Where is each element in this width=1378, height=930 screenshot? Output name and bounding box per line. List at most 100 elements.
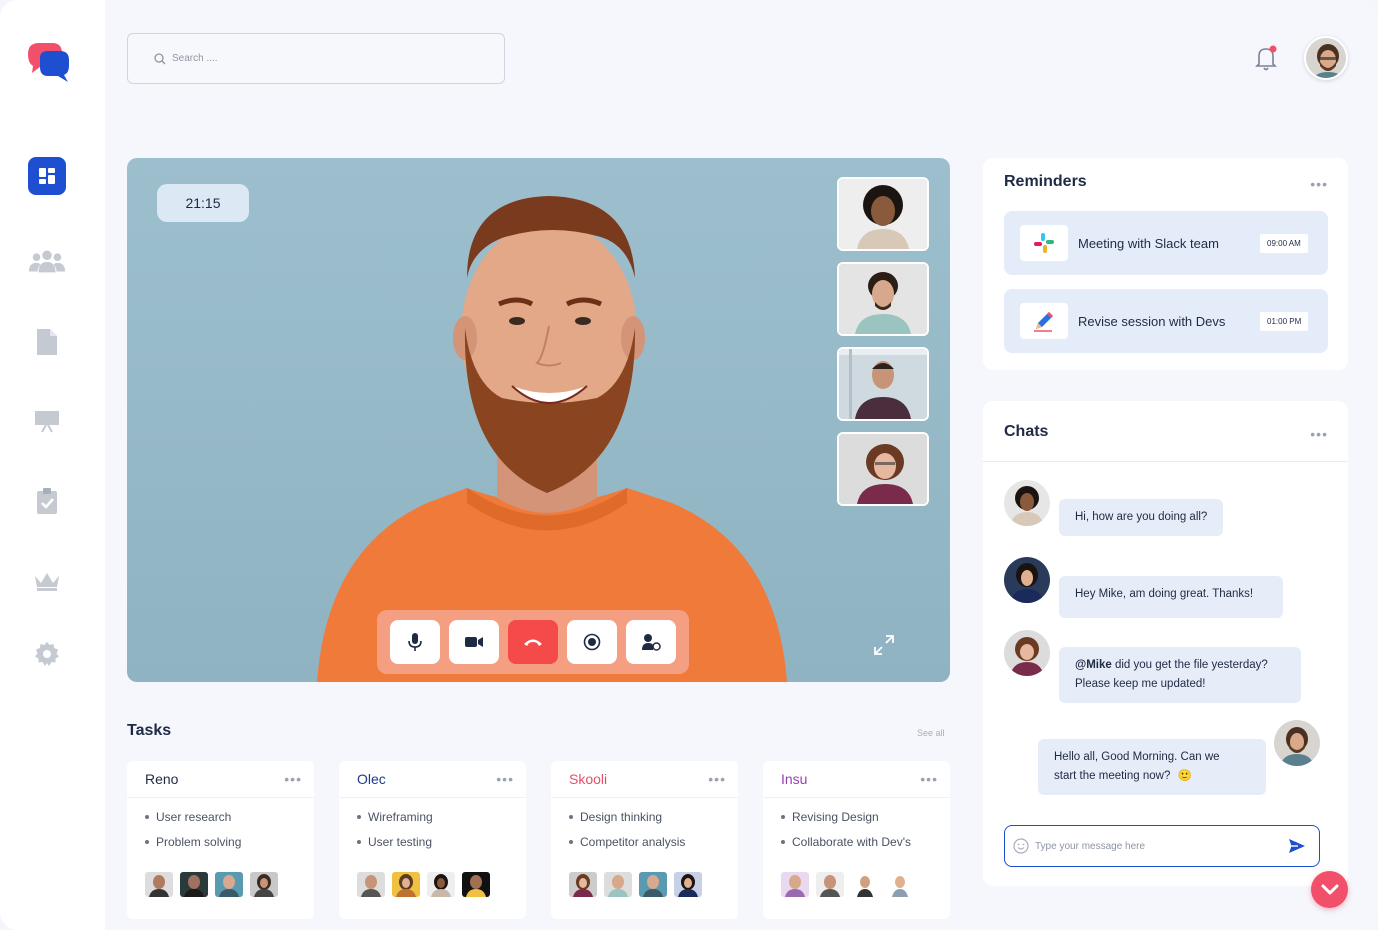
end-call-icon bbox=[524, 639, 542, 646]
avatar[interactable] bbox=[604, 872, 632, 897]
task-card[interactable]: Skooli ••• Design thinking Competitor an… bbox=[551, 761, 738, 919]
participant-thumbnails bbox=[837, 177, 929, 517]
chat-message-text: did you get the file yesterday? bbox=[1111, 659, 1268, 671]
avatar[interactable] bbox=[392, 872, 420, 897]
avatar[interactable] bbox=[1004, 630, 1050, 676]
task-item: User testing bbox=[357, 835, 508, 849]
sidebar-item-tasks[interactable] bbox=[28, 482, 66, 520]
task-item: Collaborate with Dev's bbox=[781, 835, 932, 849]
video-call-stage: 21:15 bbox=[127, 158, 950, 682]
avatar[interactable] bbox=[427, 872, 455, 897]
avatar[interactable] bbox=[886, 872, 914, 897]
users-icon bbox=[28, 250, 66, 273]
more-options-icon[interactable]: ••• bbox=[1310, 176, 1328, 192]
avatar[interactable] bbox=[851, 872, 879, 897]
task-item: Problem solving bbox=[145, 835, 296, 849]
app-logo[interactable] bbox=[26, 40, 72, 84]
sidebar-item-presentation[interactable] bbox=[28, 402, 66, 440]
more-options-icon[interactable]: ••• bbox=[284, 772, 302, 786]
chat-message-text: Please keep me updated! bbox=[1075, 678, 1206, 690]
emoji-picker-icon[interactable] bbox=[1013, 838, 1029, 854]
record-button[interactable] bbox=[567, 620, 617, 664]
mute-button[interactable] bbox=[390, 620, 440, 664]
task-card[interactable]: Olec ••• Wireframing User testing bbox=[339, 761, 526, 919]
avatar[interactable] bbox=[639, 872, 667, 897]
reminder-text: Meeting with Slack team bbox=[1078, 235, 1219, 251]
more-options-icon[interactable]: ••• bbox=[708, 772, 726, 786]
chats-title: Chats bbox=[1004, 423, 1049, 440]
camera-toggle-button[interactable] bbox=[449, 620, 499, 664]
avatar[interactable] bbox=[816, 872, 844, 897]
scroll-down-button[interactable] bbox=[1311, 871, 1348, 908]
call-controls bbox=[377, 610, 689, 674]
avatar[interactable] bbox=[145, 872, 173, 897]
task-card[interactable]: Reno ••• User research Problem solving bbox=[127, 761, 314, 919]
task-card-title: Skooli bbox=[569, 771, 608, 787]
send-icon[interactable] bbox=[1287, 836, 1307, 856]
reminder-time: 01:00 PM bbox=[1260, 311, 1309, 331]
sidebar-item-dashboard[interactable] bbox=[28, 157, 66, 195]
sidebar-item-documents[interactable] bbox=[28, 323, 66, 361]
divider bbox=[983, 461, 1347, 462]
reminder-time: 09:00 AM bbox=[1260, 233, 1308, 253]
avatar[interactable] bbox=[357, 872, 385, 897]
notification-button[interactable] bbox=[1254, 44, 1280, 72]
video-camera-icon bbox=[465, 637, 483, 647]
task-members bbox=[357, 872, 490, 897]
avatar[interactable] bbox=[250, 872, 278, 897]
reminders-title: Reminders bbox=[1004, 173, 1087, 190]
chat-message-own: Hello all, Good Morning. Can we start th… bbox=[1038, 739, 1266, 795]
end-call-button[interactable] bbox=[508, 620, 558, 664]
search-bar[interactable] bbox=[127, 33, 505, 84]
fullscreen-button[interactable] bbox=[873, 634, 895, 656]
sidebar-item-premium[interactable] bbox=[28, 562, 66, 600]
see-all-link[interactable]: See all bbox=[917, 728, 945, 738]
avatar[interactable] bbox=[215, 872, 243, 897]
sidebar bbox=[0, 0, 105, 930]
bell-icon bbox=[1255, 45, 1277, 71]
sidebar-item-settings[interactable] bbox=[28, 635, 66, 673]
participant-thumbnail[interactable] bbox=[837, 347, 929, 421]
message-composer[interactable] bbox=[1004, 825, 1320, 867]
avatar[interactable] bbox=[674, 872, 702, 897]
mention[interactable]: @Mike bbox=[1075, 659, 1112, 671]
avatar[interactable] bbox=[1004, 557, 1050, 603]
avatar[interactable] bbox=[180, 872, 208, 897]
task-card[interactable]: Insu ••• Revising Design Collaborate wit… bbox=[763, 761, 950, 919]
search-input[interactable] bbox=[172, 53, 472, 64]
participant-thumbnail[interactable] bbox=[837, 177, 929, 251]
avatar[interactable] bbox=[1004, 480, 1050, 526]
task-item: User research bbox=[145, 810, 296, 824]
avatar[interactable] bbox=[569, 872, 597, 897]
tasks-title: Tasks bbox=[127, 722, 172, 739]
chats-panel: Chats ••• Hi, how are you doing all? Hey… bbox=[983, 401, 1348, 886]
clipboard-check-icon bbox=[37, 488, 57, 514]
more-options-icon[interactable]: ••• bbox=[920, 772, 938, 786]
chat-message-text: Hello all, Good Morning. Can we bbox=[1054, 751, 1220, 763]
main-speaker-video bbox=[317, 196, 787, 682]
message-input[interactable] bbox=[1035, 840, 1275, 852]
reminder-text: Revise session with Devs bbox=[1078, 313, 1226, 329]
chevron-down-icon bbox=[1321, 884, 1338, 894]
presentation-icon bbox=[35, 411, 59, 433]
user-avatar[interactable] bbox=[1304, 36, 1348, 80]
grid-icon bbox=[39, 168, 55, 184]
crown-icon bbox=[35, 573, 59, 591]
expand-icon bbox=[874, 635, 894, 655]
record-icon bbox=[583, 633, 601, 651]
task-members bbox=[781, 872, 914, 897]
reminder-item[interactable]: Revise session with Devs 01:00 PM bbox=[1004, 289, 1328, 353]
task-item: Wireframing bbox=[357, 810, 508, 824]
participant-thumbnail[interactable] bbox=[837, 262, 929, 336]
more-options-icon[interactable]: ••• bbox=[1310, 426, 1328, 442]
add-participant-button[interactable] bbox=[626, 620, 676, 664]
participant-thumbnail[interactable] bbox=[837, 432, 929, 506]
avatar[interactable] bbox=[1274, 720, 1320, 766]
reminder-item[interactable]: Meeting with Slack team 09:00 AM bbox=[1004, 211, 1328, 275]
more-options-icon[interactable]: ••• bbox=[496, 772, 514, 786]
task-card-title: Reno bbox=[145, 771, 179, 787]
task-card-title: Olec bbox=[357, 771, 386, 787]
sidebar-item-teams[interactable] bbox=[28, 242, 66, 280]
avatar[interactable] bbox=[462, 872, 490, 897]
avatar[interactable] bbox=[781, 872, 809, 897]
